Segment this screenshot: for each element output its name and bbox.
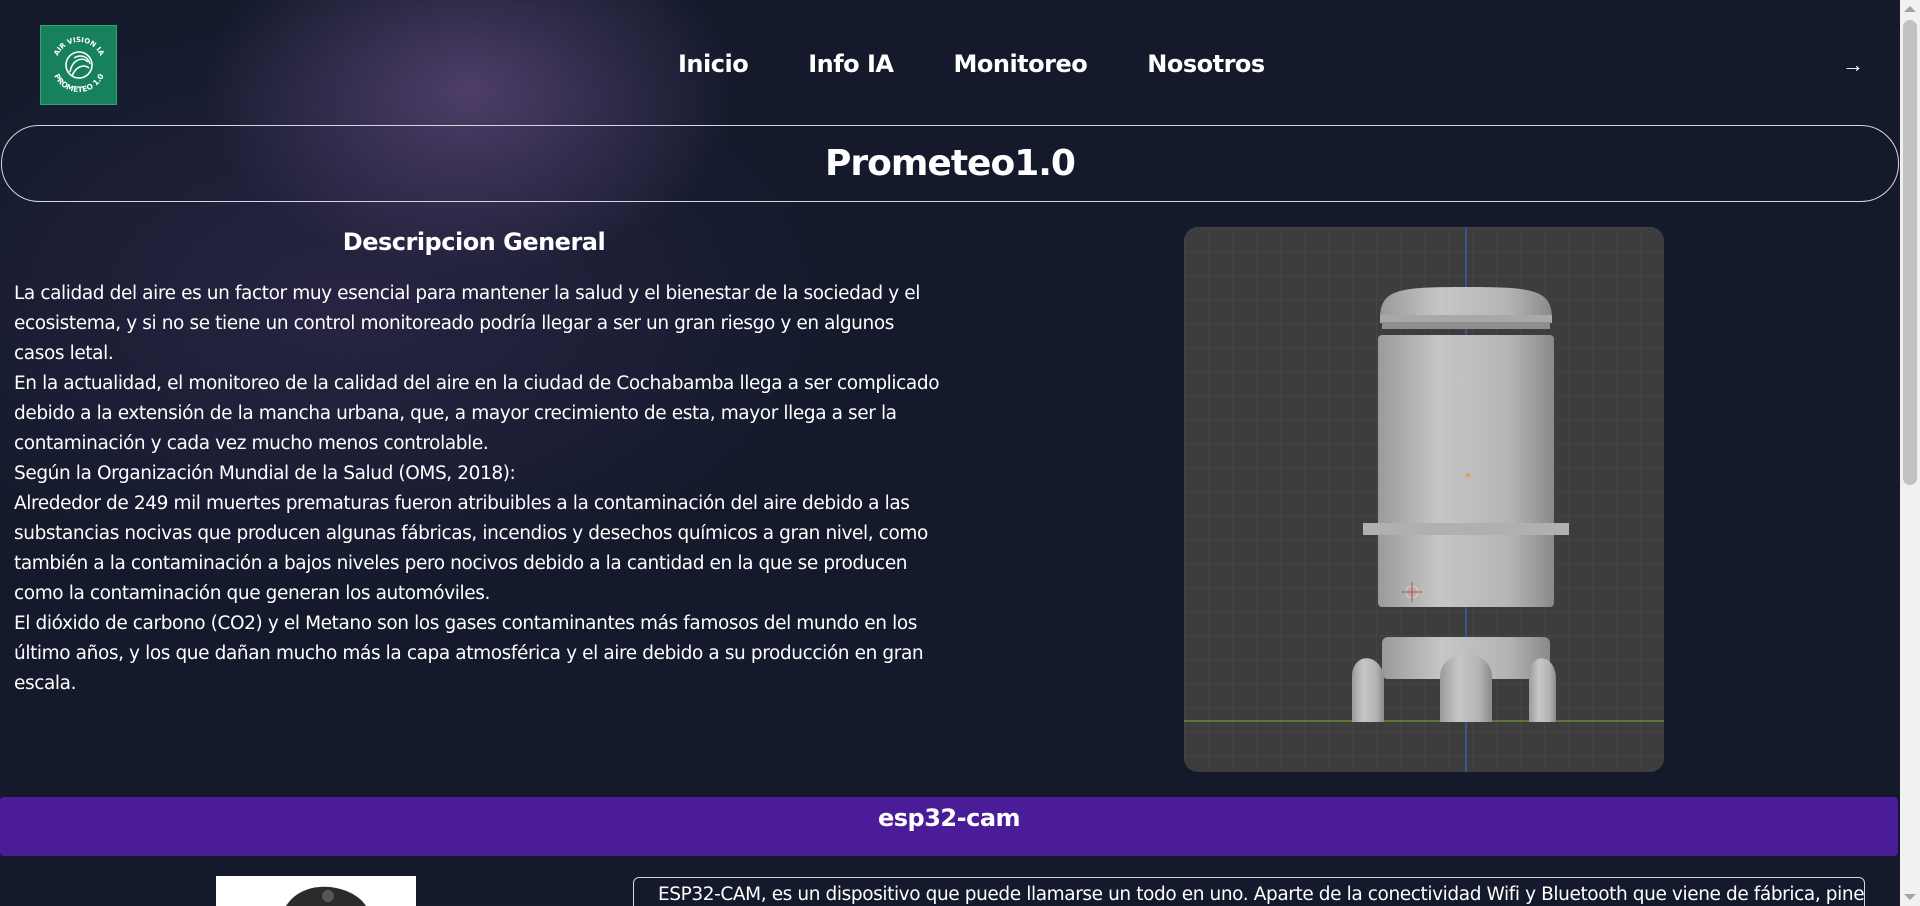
description-paragraph: Alrededor de 249 mil muertes prematuras … xyxy=(14,493,928,604)
nav-item-info-ia[interactable]: Info IA xyxy=(808,50,894,78)
logo-text-bottom: PROMETEO 1.0 xyxy=(52,72,105,94)
login-arrow-icon[interactable]: → xyxy=(1842,52,1864,78)
scroll-down-icon[interactable] xyxy=(1904,894,1916,900)
svg-text:AIR VISION IA: AIR VISION IA xyxy=(52,36,106,58)
scrollbar-thumb[interactable] xyxy=(1903,20,1917,485)
esp32-cam-image xyxy=(216,876,416,906)
nav-item-inicio[interactable]: Inicio xyxy=(678,50,749,78)
description-paragraph: El dióxido de carbono (CO2) y el Metano … xyxy=(14,613,924,694)
logo-emblem-icon: AIR VISION IA PROMETEO 1.0 xyxy=(52,36,106,94)
description-section: Descripcion General La calidad del aire … xyxy=(14,228,949,699)
nav-item-monitoreo[interactable]: Monitoreo xyxy=(954,50,1088,78)
logo[interactable]: AIR VISION IA PROMETEO 1.0 xyxy=(40,25,117,105)
description-paragraph: Según la Organización Mundial de la Salu… xyxy=(14,463,516,484)
description-paragraph: En la actualidad, el monitoreo de la cal… xyxy=(14,373,940,454)
device-3d-model-viewport[interactable] xyxy=(1184,227,1664,772)
description-paragraph: La calidad del aire es un factor muy ese… xyxy=(14,283,921,364)
section-title: esp32-cam xyxy=(877,803,1021,832)
esp32-description: ESP32-CAM, es un dispositivo que puede l… xyxy=(633,877,1865,906)
site-header: AIR VISION IA PROMETEO 1.0 Inicio Info I… xyxy=(0,0,1900,125)
svg-text:PROMETEO 1.0: PROMETEO 1.0 xyxy=(52,72,105,94)
vertical-scrollbar[interactable] xyxy=(1900,0,1920,906)
title-banner: Prometeo1.0 xyxy=(1,125,1899,202)
device-3d-model-image xyxy=(1184,227,1664,772)
esp32-board-icon xyxy=(216,876,416,906)
nav-item-nosotros[interactable]: Nosotros xyxy=(1147,50,1265,78)
scroll-up-icon[interactable] xyxy=(1904,6,1916,12)
description-heading: Descripcion General xyxy=(342,228,606,256)
main-nav: Inicio Info IA Monitoreo Nosotros xyxy=(678,50,1265,78)
page-title: Prometeo1.0 xyxy=(825,143,1076,184)
section-header-esp32: esp32-cam xyxy=(0,797,1898,856)
logo-text-top: AIR VISION IA xyxy=(52,36,106,58)
